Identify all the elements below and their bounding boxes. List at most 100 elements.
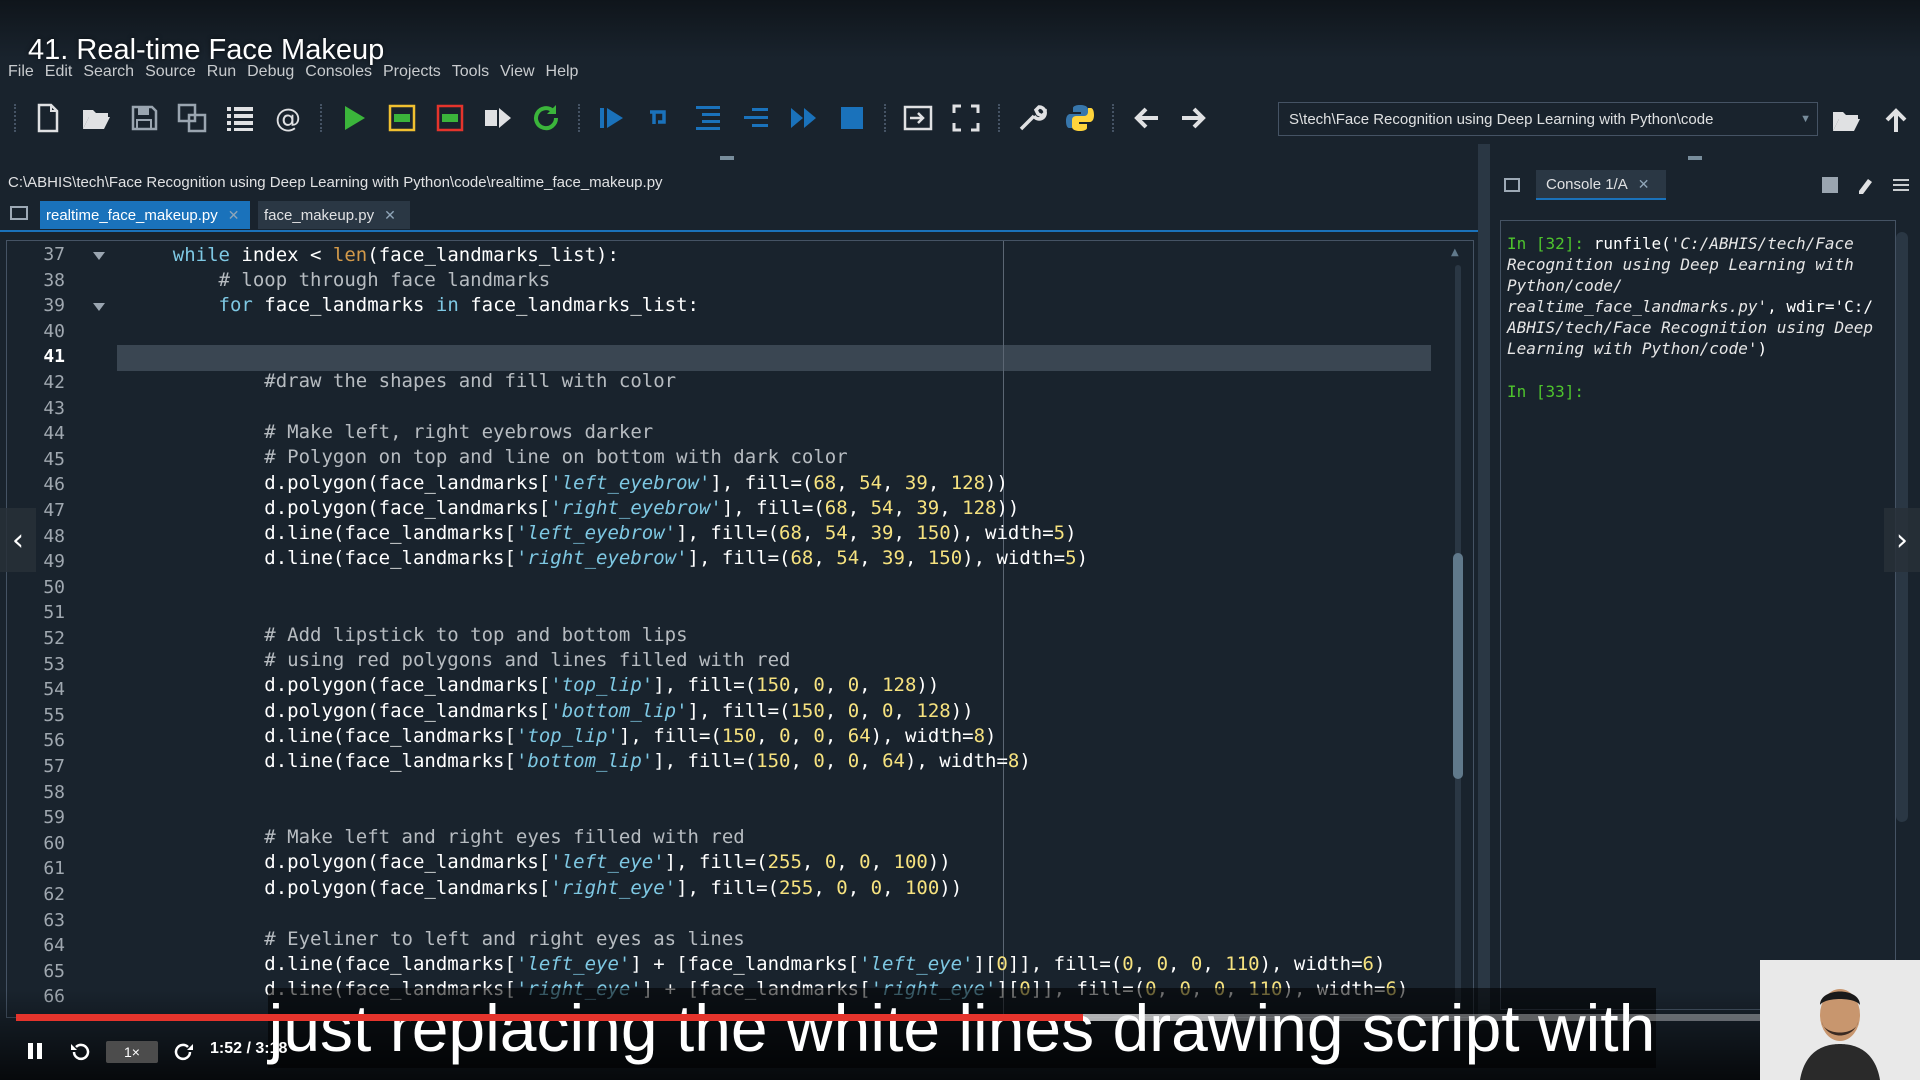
code-editor[interactable]: 37 38 39 40 41 42 43 44 45 46 47 48 49 50 51 52 53 54 55 56… [6, 240, 1474, 1018]
code-line: d.line(face_landmarks['top_lip'], fill=(… [127, 725, 997, 747]
scrollbar-thumb[interactable] [1453, 553, 1463, 779]
pane-drag-handle[interactable] [1688, 156, 1702, 160]
run-cell-advance-button[interactable] [430, 98, 470, 138]
browse-tabs-icon[interactable] [10, 206, 28, 220]
maximize-pane-button[interactable] [898, 98, 938, 138]
next-lecture-button[interactable]: › [1884, 508, 1920, 572]
stop-icon[interactable] [1822, 177, 1838, 193]
forward-icon [174, 1043, 193, 1061]
editor-file-path: C:\ABHIS\tech\Face Recognition using Dee… [8, 174, 663, 191]
chevron-up-icon[interactable]: ▲ [1451, 247, 1459, 258]
line-number: 63 [43, 909, 65, 931]
editor-scrollbar[interactable]: ▲ [1451, 247, 1465, 1013]
save-button[interactable] [124, 98, 164, 138]
line-number: 54 [43, 679, 65, 701]
close-icon[interactable]: ✕ [228, 207, 240, 224]
debug-button[interactable] [592, 98, 632, 138]
line-number: 38 [43, 269, 65, 291]
menu-help[interactable]: Help [546, 63, 579, 81]
playback-speed-button[interactable]: 1× [106, 1041, 158, 1063]
eraser-icon[interactable] [1856, 176, 1874, 194]
toolbar-separator [320, 104, 324, 132]
run-selection-button[interactable] [478, 98, 518, 138]
forward-button[interactable] [1174, 98, 1214, 138]
close-icon[interactable]: ✕ [384, 207, 396, 224]
arrow-up-icon [1885, 108, 1907, 132]
new-file-button[interactable] [28, 98, 68, 138]
open-file-button[interactable] [76, 98, 116, 138]
browse-tabs-icon[interactable] [1504, 178, 1520, 192]
folder-open-icon [83, 110, 110, 129]
line-number: 55 [43, 704, 65, 726]
step-into-icon [696, 106, 720, 130]
edge-line [1003, 241, 1004, 1017]
rerun-button[interactable] [526, 98, 566, 138]
tab-console[interactable]: Console 1/A ✕ [1536, 170, 1666, 200]
working-directory-value: S\tech\Face Recognition using Deep Learn… [1289, 110, 1714, 128]
step-into-button[interactable] [688, 98, 728, 138]
chevron-down-icon[interactable]: ▼ [1800, 113, 1811, 125]
code-line: # Polygon on top and line on bottom with… [127, 446, 848, 468]
previous-lecture-button[interactable]: ‹ [0, 508, 36, 572]
python-path-button[interactable] [1060, 98, 1100, 138]
step-button[interactable] [640, 98, 680, 138]
player-controls: 1× 1:52 / 3:18 [0, 1032, 1920, 1072]
svg-text:@: @ [275, 104, 301, 134]
code-line: d.polygon(face_landmarks['top_lip'], fil… [127, 674, 940, 696]
run-cell-button[interactable] [382, 98, 422, 138]
rewind-icon [71, 1043, 90, 1061]
step-return-button[interactable] [736, 98, 776, 138]
folder-open-icon [1833, 112, 1860, 131]
tab-realtime-face-makeup[interactable]: realtime_face_makeup.py ✕ [40, 201, 250, 229]
continue-button[interactable] [784, 98, 824, 138]
code-line: d.polygon(face_landmarks['right_eye'], f… [127, 877, 963, 899]
console-tab-bar: Console 1/A ✕ [1492, 168, 1920, 204]
toolbar-separator [578, 104, 582, 132]
pause-button[interactable] [22, 1038, 48, 1064]
browse-directory-button[interactable] [1826, 100, 1866, 140]
maximize-pane-icon [903, 105, 933, 131]
at-button[interactable]: @ [268, 98, 308, 138]
pane-splitter[interactable] [1478, 144, 1490, 1024]
forward-button[interactable] [170, 1038, 198, 1066]
tab-face-makeup[interactable]: face_makeup.py ✕ [258, 201, 410, 229]
stop-debug-button[interactable] [832, 98, 872, 138]
run-button[interactable] [334, 98, 374, 138]
console-line: In [33]: [1507, 381, 1584, 402]
fold-toggle-icon[interactable] [93, 303, 105, 312]
play-icon [345, 106, 365, 130]
fold-toggle-icon[interactable] [93, 252, 105, 260]
line-number: 43 [43, 397, 65, 419]
toolbar-separator [1112, 104, 1116, 132]
line-number: 39 [43, 295, 65, 317]
line-number: 50 [43, 576, 65, 598]
run-cell-advance-icon [436, 104, 464, 132]
rewind-button[interactable] [66, 1038, 94, 1066]
outline-button[interactable] [220, 98, 260, 138]
menu-view[interactable]: View [500, 63, 534, 81]
parent-directory-button[interactable] [1876, 100, 1916, 140]
wrench-icon [1019, 105, 1047, 131]
save-all-button[interactable] [172, 98, 212, 138]
fullscreen-button[interactable] [946, 98, 986, 138]
preferences-button[interactable] [1012, 98, 1052, 138]
step-icon [650, 110, 666, 124]
line-number: 41 [43, 346, 65, 368]
hamburger-menu-icon[interactable] [1892, 176, 1910, 194]
code-line: d.line(face_landmarks['bottom_lip'], fil… [127, 750, 1031, 772]
ipython-console[interactable]: In [32]: runfile('C:/ABHIS/tech/Face Rec… [1500, 220, 1896, 1010]
line-number: 64 [43, 935, 65, 957]
new-file-icon [37, 103, 59, 133]
menu-projects[interactable]: Projects [383, 63, 441, 81]
pane-drag-handle[interactable] [720, 156, 734, 160]
line-number: 56 [43, 730, 65, 752]
fullscreen-icon [952, 104, 980, 132]
line-number: 65 [43, 960, 65, 982]
working-directory-field[interactable]: S\tech\Face Recognition using Deep Learn… [1278, 102, 1818, 136]
menu-tools[interactable]: Tools [452, 63, 489, 81]
video-progress-bar[interactable] [16, 1014, 1904, 1021]
toolbar-separator [14, 104, 18, 132]
back-button[interactable] [1126, 98, 1166, 138]
close-icon[interactable]: ✕ [1638, 176, 1650, 193]
code-line: # Add lipstick to top and bottom lips [127, 624, 688, 646]
